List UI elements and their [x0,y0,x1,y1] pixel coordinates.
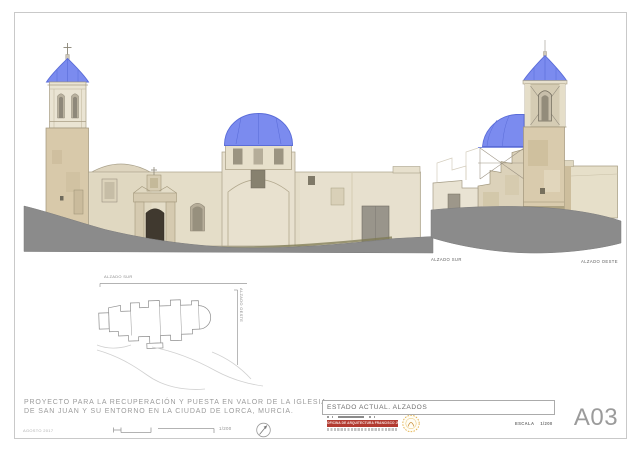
site-contour-lines [97,345,263,389]
south-elevation-drawing [24,43,433,253]
stamp-office-name: OFICINA DE ARQUITECTURA FRANCISCO JURADO [327,420,398,427]
project-date: AGOSTO 2017 [23,428,53,433]
drawing-title: ESTADO ACTUAL. ALZADOS [323,404,427,411]
key-plan-south-label: ALZADO SUR [104,274,133,279]
scale-value: 1/200 [540,421,552,426]
west-elevation-drawing [431,40,621,253]
south-bell-tower [46,43,89,240]
church-floor-plan [98,299,211,350]
drawing-sheet: ALZADO SUR ALZADO OESTE ALZADO SUR ALZAD… [0,0,640,452]
north-arrow-icon [257,423,271,437]
key-plan-west-label: ALZADO OESTE [239,288,244,322]
partial-dome [483,115,525,147]
west-elevation-label: ALZADO OESTE [581,259,618,264]
college-seal-stamp [403,413,419,432]
scale-bar-ratio: 1/200 [219,426,232,431]
drawing-title-box: ESTADO ACTUAL. ALZADOS [322,400,555,415]
project-title-line-1: PROYECTO PARA LA RECUPERACIÓN Y PUESTA E… [24,399,327,406]
west-bell-tower [523,40,567,220]
stamp-fine-print [327,428,398,431]
sheet-number: A03 [570,405,622,430]
project-title-line-2: DE SAN JUAN Y SU ENTORNO EN LA CIUDAD DE… [24,408,294,415]
elevation-drawings-canvas [0,0,640,452]
scale-label: ESCALA [515,421,534,426]
architect-office-stamp: OFICINA DE ARQUITECTURA FRANCISCO JURADO [327,415,398,431]
south-elevation-label: ALZADO SUR [431,257,462,262]
scale-note: ESCALA 1/200 [515,421,553,426]
west-right-wall [565,161,618,219]
stamp-marks-row [327,415,398,419]
scale-bar [114,428,215,434]
